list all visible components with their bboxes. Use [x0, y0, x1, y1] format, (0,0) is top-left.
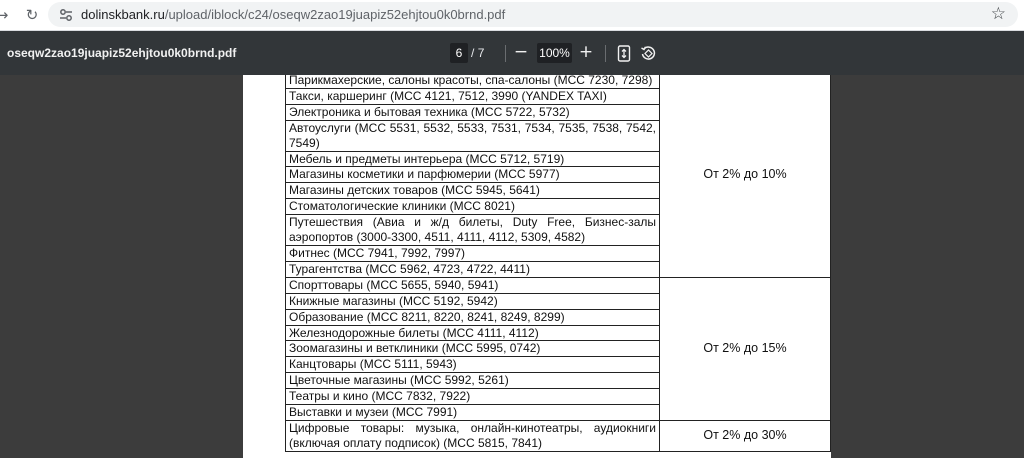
toolbar-divider	[505, 45, 506, 62]
category-cell: Электроника и бытовая техника (МСС 5722,…	[285, 103, 660, 121]
page-number-input[interactable]: 6	[450, 43, 468, 63]
table-row: Парикмахерские, салоны красоты, спа-сало…	[285, 75, 831, 278]
url-path: /upload/iblock/c24/oseqw2zao19juapiz52eh…	[164, 7, 506, 22]
category-cell: Парикмахерские, салоны красоты, спа-сало…	[285, 75, 660, 89]
fit-page-icon[interactable]	[617, 45, 631, 62]
pdf-viewer[interactable]: Парикмахерские, салоны красоты, спа-сало…	[0, 75, 1024, 458]
cashback-rate-cell: От 2% до 10%	[659, 75, 831, 278]
category-cell: Автоуслуги (МСС 5531, 5532, 5533, 7531, …	[285, 119, 660, 152]
zoom-out-button[interactable]: −	[512, 41, 530, 63]
cashback-rate-cell: От 2% до 15%	[659, 276, 831, 421]
page-separator: /	[471, 46, 475, 60]
cashback-rates-table: Парикмахерские, салоны красоты, спа-сало…	[285, 75, 831, 452]
category-cell: Выставки и музеи (МСС 7991)	[285, 404, 660, 421]
category-cell: Театры и кино (МСС 7832, 7922)	[285, 388, 660, 406]
category-cell: Путешествия (Авиа и ж/д билеты, Duty Fre…	[285, 214, 660, 246]
category-cell: Цифровые товары: музыка, онлайн-кинотеат…	[285, 419, 660, 452]
reload-icon[interactable]: ↻	[22, 5, 42, 25]
zoom-in-button[interactable]: +	[577, 41, 595, 63]
page-count: / 7	[471, 46, 484, 60]
pdf-toolbar: oseqw2zao19juapiz52ehjtou0k0brnd.pdf 6 /…	[0, 31, 1024, 75]
category-cell: Спорттовары (МСС 5655, 5940, 5941)	[285, 276, 660, 294]
tune-icon[interactable]	[58, 7, 74, 23]
browser-chrome: → ↻ dolinskbank.ru/upload/iblock/c24/ose…	[0, 0, 1024, 31]
category-cell: Канцтовары (МСС 5111, 5943)	[285, 356, 660, 374]
address-bar[interactable]: dolinskbank.ru/upload/iblock/c24/oseqw2z…	[48, 2, 1018, 27]
category-cell: Фитнес (МСС 7941, 7992, 7997)	[285, 244, 660, 262]
star-icon[interactable]: ☆	[991, 4, 1006, 24]
category-cell: Цветочные магазины (МСС 5992, 5261)	[285, 372, 660, 390]
category-cell: Мебель и предметы интерьера (МСС 5712, 5…	[285, 150, 660, 168]
zoom-input[interactable]: 100%	[537, 43, 572, 63]
rotate-icon[interactable]	[640, 45, 657, 62]
category-cell: Зоомагазины и ветклиники (МСС 5995, 0742…	[285, 340, 660, 358]
cashback-rate-cell: От 2% до 30%	[659, 419, 831, 452]
category-cell: Образование (МСС 8211, 8220, 8241, 8249,…	[285, 308, 660, 326]
category-cell: Стоматологические клиники (МСС 8021)	[285, 198, 660, 216]
table-row: Цифровые товары: музыка, онлайн-кинотеат…	[285, 419, 831, 452]
toolbar-divider	[605, 45, 606, 62]
category-cell: Такси, каршеринг (МСС 4121, 7512, 3990 (…	[285, 87, 660, 105]
total-pages: 7	[477, 46, 485, 60]
category-cell: Магазины детских товаров (МСС 5945, 5641…	[285, 182, 660, 200]
url-host: dolinskbank.ru	[81, 7, 165, 22]
category-cell: Магазины косметики и парфюмерии (МСС 597…	[285, 166, 660, 184]
table-row: Спорттовары (МСС 5655, 5940, 5941) От 2% …	[285, 276, 831, 421]
category-cell: Книжные магазины (МСС 5192, 5942)	[285, 292, 660, 310]
category-cell: Железнодорожные билеты (МСС 4111, 4112)	[285, 324, 660, 342]
pdf-title: oseqw2zao19juapiz52ehjtou0k0brnd.pdf	[7, 46, 237, 60]
category-cell: Турагентства (МСС 5962, 4723, 4722, 4411…	[285, 260, 660, 278]
arrow-left-icon[interactable]: →	[0, 5, 12, 25]
url-text[interactable]: dolinskbank.ru/upload/iblock/c24/oseqw2z…	[81, 7, 505, 22]
pdf-page: Парикмахерские, салоны красоты, спа-сало…	[243, 75, 831, 458]
